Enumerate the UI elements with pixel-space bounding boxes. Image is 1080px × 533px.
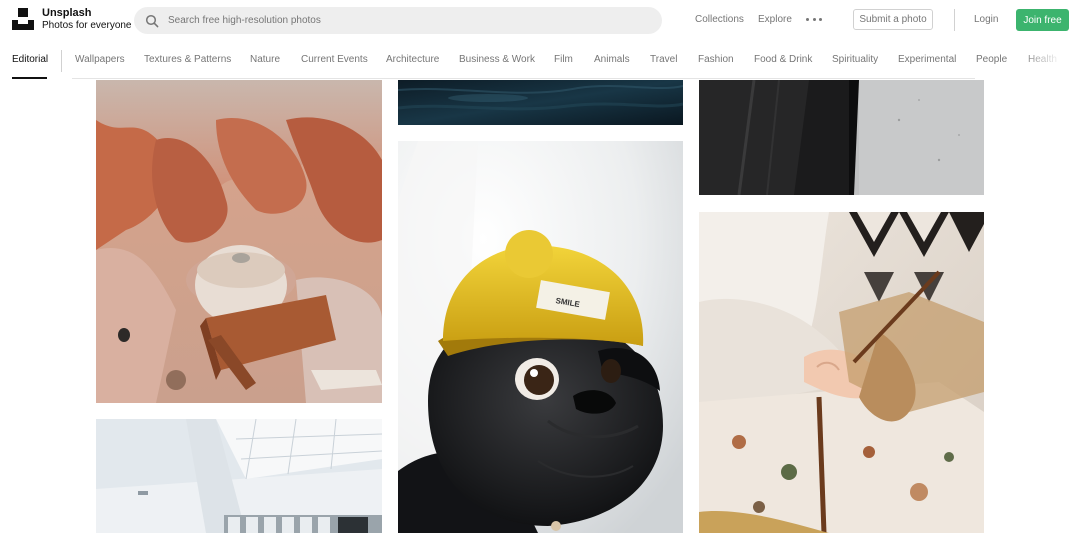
topic-travel[interactable]: Travel bbox=[650, 54, 677, 66]
brand-name: Unsplash bbox=[42, 7, 92, 19]
topic-health[interactable]: Health bbox=[1028, 54, 1057, 66]
photo-white-interior[interactable] bbox=[96, 419, 382, 533]
join-free-button[interactable]: Join free bbox=[1016, 9, 1069, 31]
topic-spirituality[interactable]: Spirituality bbox=[832, 54, 878, 66]
brand-tagline: Photos for everyone bbox=[42, 20, 132, 31]
active-topic-indicator bbox=[12, 77, 47, 79]
top-header: Unsplash Photos for everyone Collections… bbox=[0, 0, 1080, 40]
topic-fashion[interactable]: Fashion bbox=[698, 54, 734, 66]
photo-child-gift[interactable] bbox=[699, 212, 984, 533]
topic-architecture[interactable]: Architecture bbox=[386, 54, 439, 66]
topic-experimental[interactable]: Experimental bbox=[898, 54, 956, 66]
topic-food-drink[interactable]: Food & Drink bbox=[754, 54, 812, 66]
topic-film[interactable]: Film bbox=[554, 54, 573, 66]
nav-explore-link[interactable]: Explore bbox=[758, 14, 792, 26]
topic-people[interactable]: People bbox=[976, 54, 1007, 66]
header-divider bbox=[954, 9, 955, 31]
photo-pug-yellow-beanie[interactable]: SMILE bbox=[398, 141, 683, 533]
topic-divider bbox=[61, 50, 62, 72]
topic-nav-divider bbox=[72, 78, 975, 79]
topic-animals[interactable]: Animals bbox=[594, 54, 630, 66]
topic-textures-patterns[interactable]: Textures & Patterns bbox=[144, 54, 231, 66]
topic-wallpapers[interactable]: Wallpapers bbox=[75, 54, 125, 66]
topic-editorial[interactable]: Editorial bbox=[12, 54, 48, 66]
ellipsis-icon[interactable] bbox=[806, 13, 822, 25]
photo-desert-yurt[interactable] bbox=[96, 80, 382, 403]
photo-dark-road[interactable] bbox=[699, 80, 984, 195]
search-input[interactable] bbox=[168, 10, 648, 31]
topic-nav: Editorial Wallpapers Textures & Patterns… bbox=[0, 40, 1080, 80]
topic-current-events[interactable]: Current Events bbox=[301, 54, 368, 66]
topic-nature[interactable]: Nature bbox=[250, 54, 280, 66]
topic-business-work[interactable]: Business & Work bbox=[459, 54, 535, 66]
brand[interactable]: Unsplash Photos for everyone bbox=[42, 8, 132, 31]
search-bar[interactable] bbox=[134, 7, 662, 34]
photo-dark-water[interactable] bbox=[398, 80, 683, 125]
unsplash-logo-icon[interactable] bbox=[12, 8, 34, 30]
submit-photo-button[interactable]: Submit a photo bbox=[853, 9, 933, 30]
nav-collections-link[interactable]: Collections bbox=[695, 14, 744, 26]
search-icon[interactable] bbox=[145, 14, 159, 28]
login-link[interactable]: Login bbox=[974, 14, 998, 26]
